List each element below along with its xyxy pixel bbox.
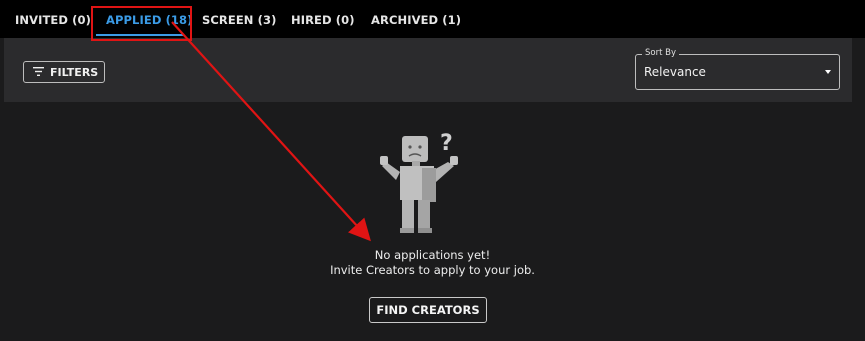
filter-toolbar: FILTERS Sort By Relevance — [4, 38, 852, 102]
sort-by-value: Relevance — [644, 65, 706, 79]
filter-lines-icon — [33, 66, 44, 79]
tab-archived[interactable]: ARCHIVED (1) — [371, 0, 461, 38]
empty-state-subtitle: Invite Creators to apply to your job. — [330, 263, 535, 277]
confused-robot-figure: ? — [378, 128, 478, 238]
caret-down-icon — [825, 70, 831, 74]
empty-state-title: No applications yet! — [374, 248, 491, 262]
tab-screen[interactable]: SCREEN (3) — [202, 0, 276, 38]
tab-invited[interactable]: INVITED (0) — [15, 0, 91, 38]
tab-hired[interactable]: HIRED (0) — [291, 0, 355, 38]
sort-by-label: Sort By — [642, 48, 679, 58]
annotation-highlight-box — [91, 6, 192, 41]
find-creators-button[interactable]: FIND CREATORS — [369, 297, 487, 323]
filters-label: FILTERS — [50, 65, 99, 79]
filters-button[interactable]: FILTERS — [23, 61, 105, 83]
svg-text:?: ? — [440, 131, 453, 156]
sort-by-select[interactable]: Sort By Relevance — [635, 48, 840, 90]
